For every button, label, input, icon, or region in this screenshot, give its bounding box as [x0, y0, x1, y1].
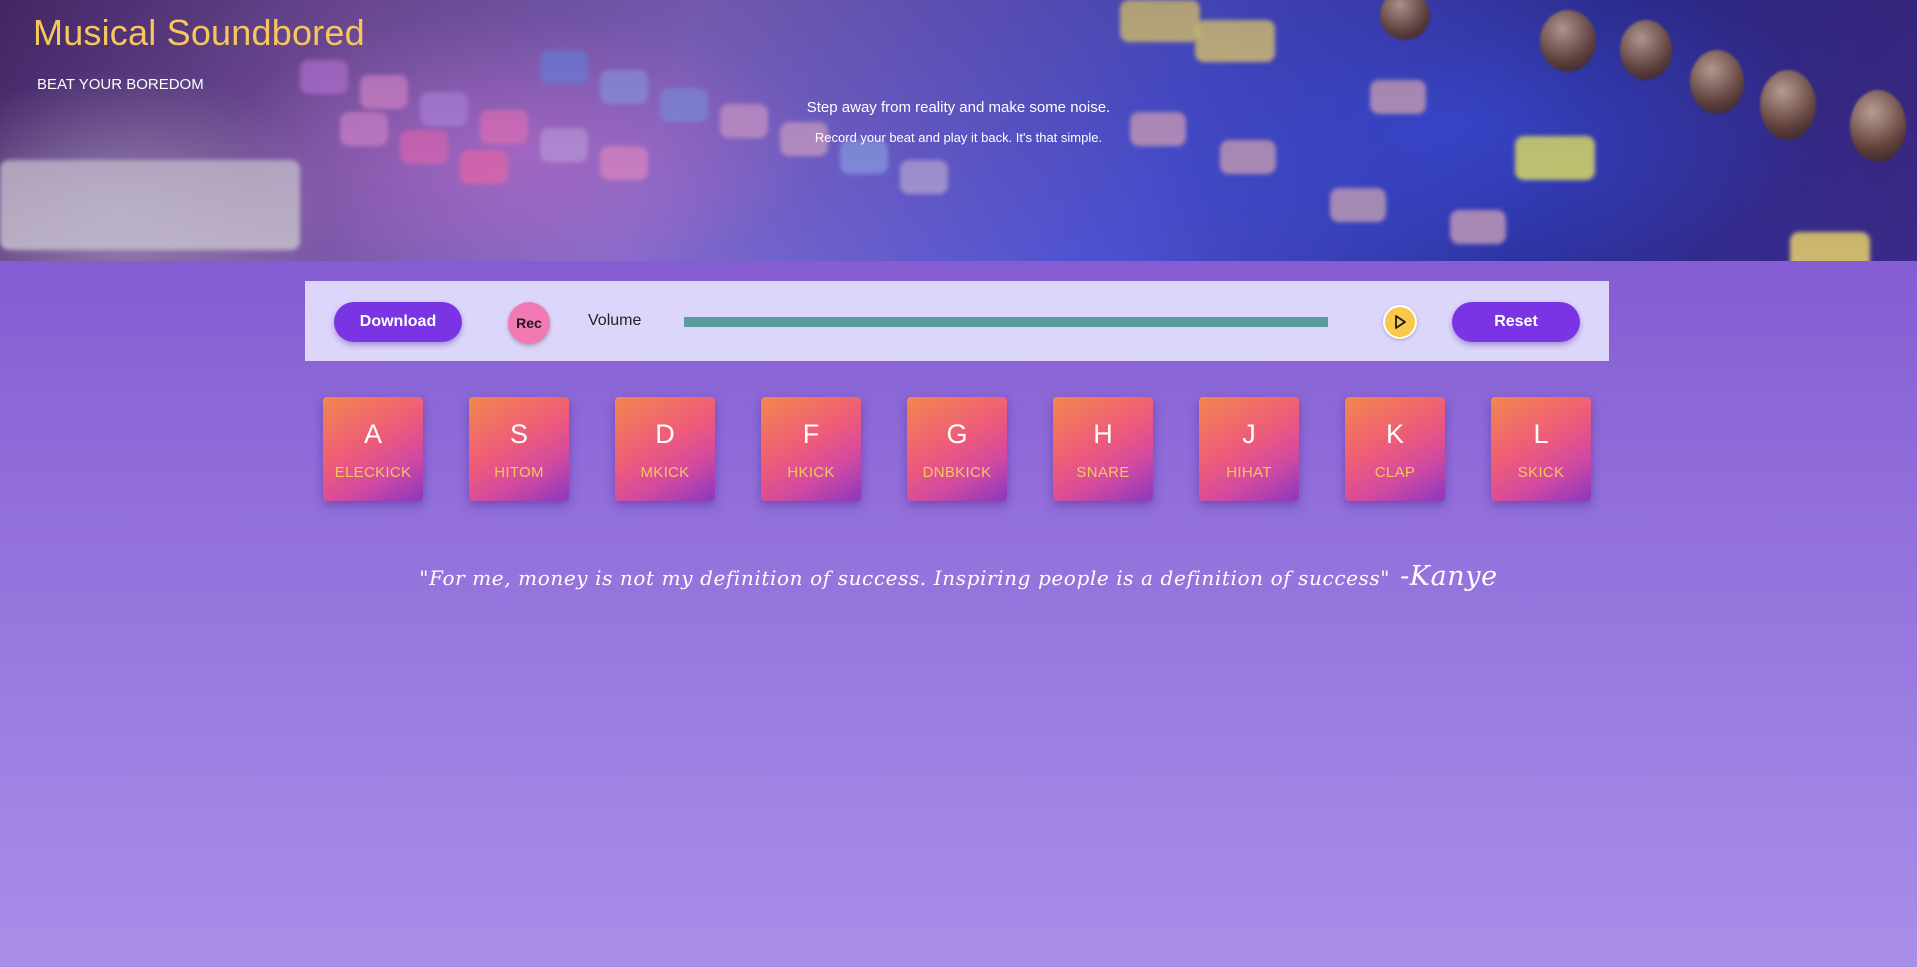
drum-pad-f[interactable]: F HKICK — [761, 397, 861, 501]
drum-pad-sound: HITOM — [494, 464, 544, 481]
site-tagline: BEAT YOUR BOREDOM — [37, 76, 204, 93]
quote: "For me, money is not my definition of s… — [0, 561, 1917, 592]
drum-pad-sound: HKICK — [787, 464, 835, 481]
drum-pad-key: K — [1385, 419, 1404, 449]
drum-pad-sound: SNARE — [1076, 464, 1130, 481]
drum-pad-key: A — [363, 419, 382, 449]
drum-pad-key: H — [1093, 419, 1113, 449]
drum-pad-key: S — [509, 419, 528, 449]
drum-pad-sound: HIHAT — [1226, 464, 1272, 481]
drum-pad-sound: SKICK — [1517, 464, 1565, 481]
site-title: Musical Soundbored — [33, 12, 365, 53]
drum-pad-key: G — [946, 419, 968, 449]
record-button[interactable]: Rec — [508, 302, 550, 344]
volume-slider-fill — [684, 317, 1328, 327]
drum-pad-a[interactable]: A ELECKICK — [323, 397, 423, 501]
play-icon — [1395, 315, 1406, 329]
play-button[interactable] — [1383, 305, 1417, 339]
drum-pad-key: F — [802, 419, 820, 449]
intro-subtext: Record your beat and play it back. It's … — [814, 130, 1103, 145]
drum-pad-key: D — [655, 419, 675, 449]
drum-pad-j[interactable]: J HIHAT — [1199, 397, 1299, 501]
drum-pad-g[interactable]: G DNBKICK — [907, 397, 1007, 501]
download-button[interactable]: Download — [334, 302, 462, 342]
drum-pad-k[interactable]: K CLAP — [1345, 397, 1445, 501]
drum-pad-sound: ELECKICK — [334, 464, 412, 481]
quote-text: "For me, money is not my definition of s… — [419, 566, 1391, 590]
drum-pad-s[interactable]: S HITOM — [469, 397, 569, 501]
reset-button[interactable]: Reset — [1452, 302, 1580, 342]
intro-text: Step away from reality and make some noi… — [806, 99, 1111, 116]
drum-pad-l[interactable]: L SKICK — [1491, 397, 1591, 501]
volume-label: Volume — [588, 312, 642, 329]
drum-pad-h[interactable]: H SNARE — [1053, 397, 1153, 501]
drum-pad-grid: A ELECKICK S HITOM D MKICK F HKICK G DNB… — [323, 397, 1593, 501]
control-bar: Download Rec Volume Reset — [305, 281, 1609, 361]
drum-pad-key: L — [1533, 419, 1549, 449]
hero-banner: Musical Soundbored BEAT YOUR BOREDOM Ste… — [0, 0, 1917, 261]
drum-pad-sound: DNBKICK — [922, 464, 992, 481]
drum-pad-sound: CLAP — [1374, 464, 1416, 481]
quote-author: -Kanye — [1400, 561, 1498, 592]
drum-pad-d[interactable]: D MKICK — [615, 397, 715, 501]
drum-pad-sound: MKICK — [640, 464, 690, 481]
volume-slider[interactable] — [684, 317, 1328, 327]
drum-pad-key: J — [1242, 419, 1256, 449]
